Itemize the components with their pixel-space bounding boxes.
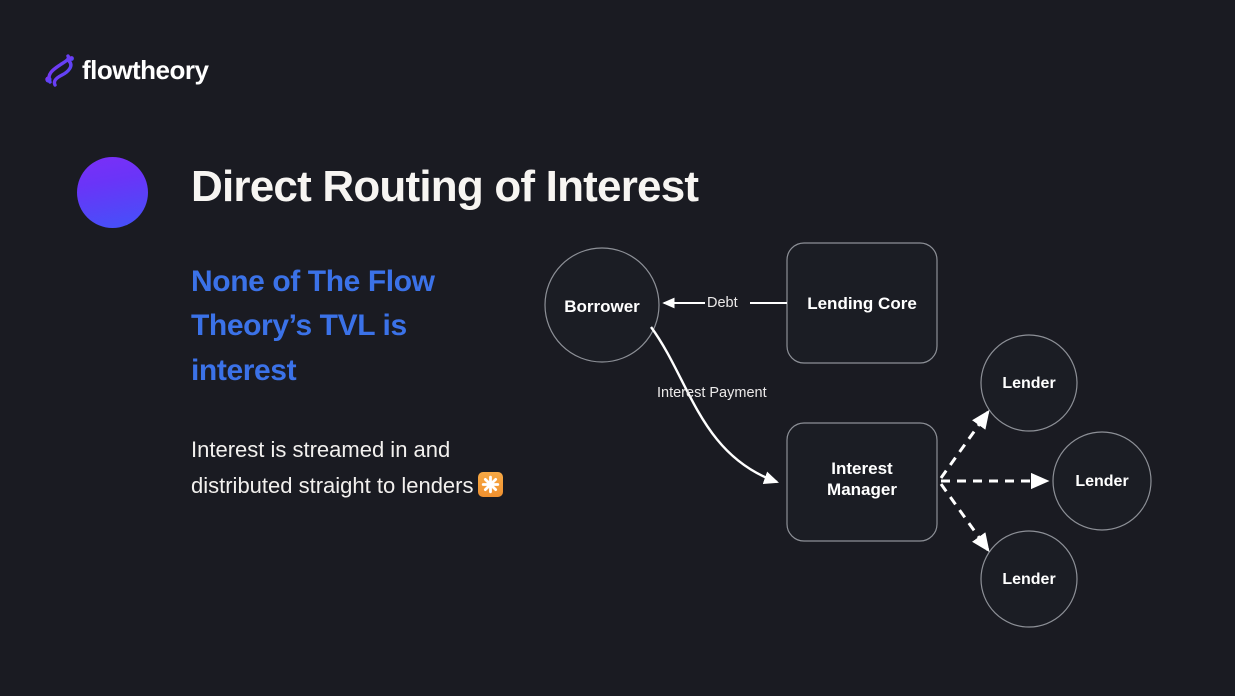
node-lender-bottom[interactable] [980,530,1078,628]
node-lender-middle[interactable] [1052,431,1152,531]
edge-label-debt: Debt [707,295,738,311]
node-lender-top[interactable] [980,334,1078,432]
edge-label-interest-payment: Interest Payment [657,385,767,401]
slide-canvas: flowtheory Direct Routing of Interest No… [0,0,1235,696]
edge-interest-payment [650,326,779,484]
node-interest-manager[interactable] [786,422,938,542]
node-lending-core[interactable] [786,242,938,364]
node-borrower[interactable] [544,247,660,363]
edge-dist-bottom [939,483,990,553]
flow-diagram [544,242,1152,628]
edge-dist-top [939,409,990,479]
